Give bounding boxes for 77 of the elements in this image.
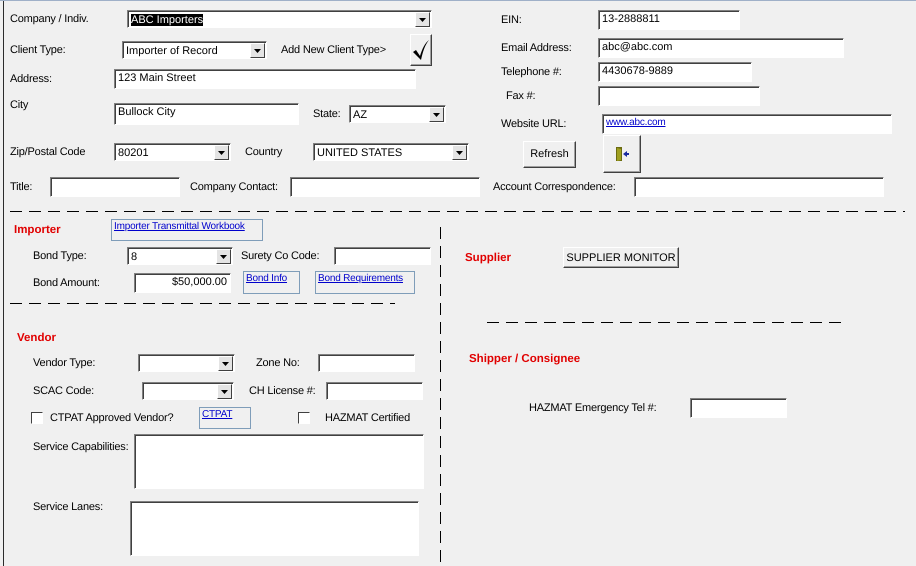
field-label: Telephone #: bbox=[501, 66, 562, 78]
caret-icon bbox=[433, 112, 440, 116]
field-label: Add New Client Type> bbox=[281, 44, 386, 56]
field-label: Account Correspondence: bbox=[493, 181, 616, 193]
dropdown[interactable] bbox=[138, 354, 235, 372]
workbook-link[interactable]: Importer Transmittal Workbook bbox=[114, 221, 245, 232]
field-label: Zone No: bbox=[256, 357, 300, 369]
text-field[interactable]: abc@abc.com bbox=[598, 38, 844, 58]
field-label: Vendor Type: bbox=[33, 357, 96, 369]
dropdown[interactable]: Importer of Record bbox=[122, 41, 267, 59]
section-heading: Shipper / Consignee bbox=[469, 353, 580, 365]
text-field[interactable] bbox=[334, 247, 431, 265]
text-field[interactable] bbox=[634, 177, 884, 197]
field-label: State: bbox=[313, 108, 341, 120]
checkbox[interactable] bbox=[298, 412, 310, 424]
link[interactable]: Bond Requirements bbox=[318, 273, 403, 284]
caret-icon bbox=[220, 254, 227, 258]
dropdown[interactable] bbox=[142, 382, 234, 400]
field-label: Client Type: bbox=[10, 44, 66, 56]
field-label: Bond Amount: bbox=[33, 276, 100, 288]
ctpat-link[interactable]: CTPAT bbox=[202, 409, 232, 420]
field-label: CH License #: bbox=[249, 385, 316, 397]
text-area[interactable] bbox=[134, 434, 424, 489]
caret-icon bbox=[221, 390, 228, 394]
field-label: Email Address: bbox=[501, 42, 572, 54]
checkmark-icon bbox=[412, 39, 430, 61]
field-label: HAZMAT Emergency Tel #: bbox=[529, 402, 656, 414]
door-exit-icon bbox=[614, 146, 630, 162]
caret-icon bbox=[222, 362, 229, 366]
field-label: Service Lanes: bbox=[33, 501, 103, 513]
caret-icon bbox=[456, 150, 463, 154]
refresh-button[interactable]: Refresh bbox=[523, 140, 576, 168]
field-label: Company / Indiv. bbox=[10, 13, 89, 25]
text-field[interactable] bbox=[690, 398, 787, 418]
link[interactable]: Bond Info bbox=[246, 273, 288, 284]
text-field[interactable]: 13-2888811 bbox=[598, 10, 740, 30]
supplier-monitor-button[interactable]: SUPPLIER MONITOR bbox=[563, 247, 679, 268]
field-label: Service Capabilities: bbox=[33, 441, 128, 453]
dropdown[interactable]: AZ bbox=[349, 105, 446, 123]
text-field[interactable] bbox=[318, 354, 415, 372]
text-field[interactable] bbox=[50, 177, 180, 197]
dropdown[interactable]: UNITED STATES bbox=[313, 143, 469, 161]
caret-icon bbox=[419, 18, 426, 22]
field-label: Company Contact: bbox=[190, 181, 278, 193]
field-label: Zip/Postal Code bbox=[10, 146, 86, 158]
dropdown[interactable]: ABC Importers bbox=[127, 10, 432, 28]
text-area[interactable] bbox=[130, 501, 419, 556]
caret-icon bbox=[254, 48, 261, 52]
field-label: Country bbox=[245, 146, 282, 158]
text-field[interactable]: Bullock City bbox=[114, 103, 299, 125]
text-field[interactable] bbox=[290, 177, 480, 197]
exit-button[interactable] bbox=[603, 135, 641, 173]
field-label: Website URL: bbox=[501, 118, 566, 130]
text-field[interactable]: $50,000.00 bbox=[134, 272, 231, 292]
field-label: SCAC Code: bbox=[33, 385, 94, 397]
field-label: HAZMAT Certified bbox=[325, 412, 410, 424]
field-label: Title: bbox=[10, 181, 32, 193]
text-field[interactable]: 123 Main Street bbox=[114, 69, 416, 89]
field-label: Fax #: bbox=[506, 90, 536, 102]
text-field[interactable] bbox=[326, 382, 423, 400]
field-label: Bond Type: bbox=[33, 250, 86, 262]
caret-icon bbox=[218, 150, 225, 154]
field-label: CTPAT Approved Vendor? bbox=[50, 412, 174, 424]
text-field[interactable] bbox=[598, 86, 760, 106]
field-label: Surety Co Code: bbox=[241, 250, 320, 262]
field-label: City bbox=[10, 99, 28, 111]
text-field[interactable]: 4430678-9889 bbox=[598, 62, 752, 82]
confirm-button[interactable] bbox=[410, 34, 432, 66]
field-label: Address: bbox=[10, 73, 52, 85]
checkbox[interactable] bbox=[31, 412, 43, 424]
section-heading: Importer bbox=[14, 224, 61, 236]
dropdown[interactable]: 8 bbox=[127, 247, 233, 265]
field-label: EIN: bbox=[501, 14, 522, 26]
dropdown[interactable]: 80201 bbox=[114, 143, 231, 161]
section-heading: Supplier bbox=[465, 252, 512, 264]
section-heading: Vendor bbox=[17, 332, 56, 344]
website-link[interactable]: www.abc.com bbox=[606, 117, 666, 128]
